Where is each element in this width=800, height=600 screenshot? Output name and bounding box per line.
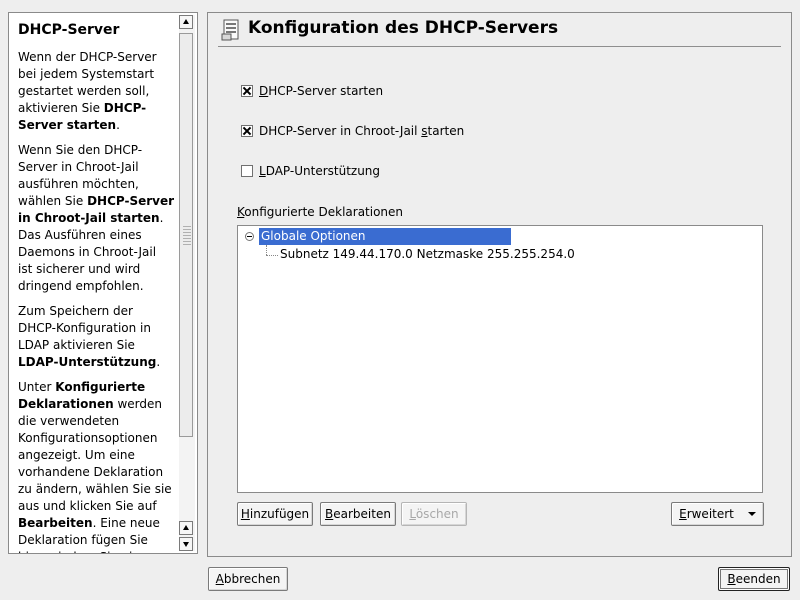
tree-item-subnet[interactable]: Subnetz 149.44.170.0 Netzmaske 255.255.2…	[280, 246, 575, 263]
help-paragraph: Unter Konfigurierte Deklarationen werden…	[18, 379, 174, 553]
help-paragraph: Wenn Sie den DHCP-Server in Chroot-Jail …	[18, 142, 174, 295]
title-divider	[218, 46, 781, 47]
chroot-jail-checkbox[interactable]: DHCP-Server in Chroot-Jail starten	[241, 123, 464, 139]
server-config-icon	[221, 19, 239, 41]
grip-icon	[183, 226, 191, 246]
ldap-support-label: LDAP-Unterstützung	[259, 164, 381, 178]
start-server-checkbox[interactable]: DHCP-Server starten	[241, 83, 383, 99]
help-text-run: Unter	[18, 380, 56, 394]
help-paragraph: Zum Speichern der DHCP-Konfiguration in …	[18, 303, 174, 371]
help-bold-term: Bearbeiten	[18, 516, 93, 530]
help-text-run: Zum Speichern der DHCP-Konfiguration in …	[18, 304, 151, 352]
start-server-label: DHCP-Server starten	[259, 84, 384, 98]
help-panel: DHCP-Server Wenn der DHCP-Server bei jed…	[8, 12, 198, 554]
help-text-run: .	[156, 355, 161, 369]
tree-item-global-options[interactable]: Globale Optionen	[259, 228, 511, 245]
chevron-down-icon	[747, 512, 756, 516]
help-text-run: .	[116, 118, 120, 132]
help-paragraph: Wenn der DHCP-Server bei jedem Systemsta…	[18, 49, 174, 134]
edit-button[interactable]: Bearbeiten	[320, 502, 396, 526]
checkbox-box[interactable]	[241, 85, 253, 97]
tree-connector	[266, 245, 267, 255]
add-button[interactable]: Hinzufügen	[237, 502, 313, 526]
finish-button[interactable]: Beenden	[718, 567, 790, 591]
declarations-label: Konfigurierte Deklarationen	[237, 205, 404, 219]
declarations-tree[interactable]: Globale Optionen Subnetz 149.44.170.0 Ne…	[237, 225, 763, 493]
checkbox-box[interactable]	[241, 125, 253, 137]
page-title: Konfiguration des DHCP-Servers	[248, 18, 559, 38]
checkbox-box[interactable]	[241, 165, 253, 177]
collapse-icon[interactable]	[245, 232, 254, 241]
tree-connector	[266, 255, 278, 256]
help-bold-term: LDAP-Unterstützung	[18, 355, 157, 369]
ldap-support-checkbox[interactable]: LDAP-Unterstützung	[241, 163, 380, 179]
chroot-jail-label: DHCP-Server in Chroot-Jail starten	[259, 124, 465, 138]
advanced-dropdown-button[interactable]: Erweitert	[671, 502, 764, 526]
cancel-button[interactable]: Abbrechen	[208, 567, 288, 591]
help-text: DHCP-Server Wenn der DHCP-Server bei jed…	[18, 21, 174, 553]
help-scrollbar[interactable]	[179, 15, 195, 551]
delete-button[interactable]: Löschen	[401, 502, 467, 526]
help-title: DHCP-Server	[18, 22, 120, 38]
main-panel: Konfiguration des DHCP-Servers DHCP-Serv…	[207, 12, 792, 557]
scrollbar-thumb[interactable]	[179, 33, 193, 437]
help-text-run: werden die verwendeten Konfigurationsopt…	[18, 397, 172, 513]
scroll-up-icon[interactable]	[179, 15, 193, 29]
scroll-up-icon[interactable]	[179, 521, 193, 535]
scroll-down-icon[interactable]	[179, 537, 193, 551]
